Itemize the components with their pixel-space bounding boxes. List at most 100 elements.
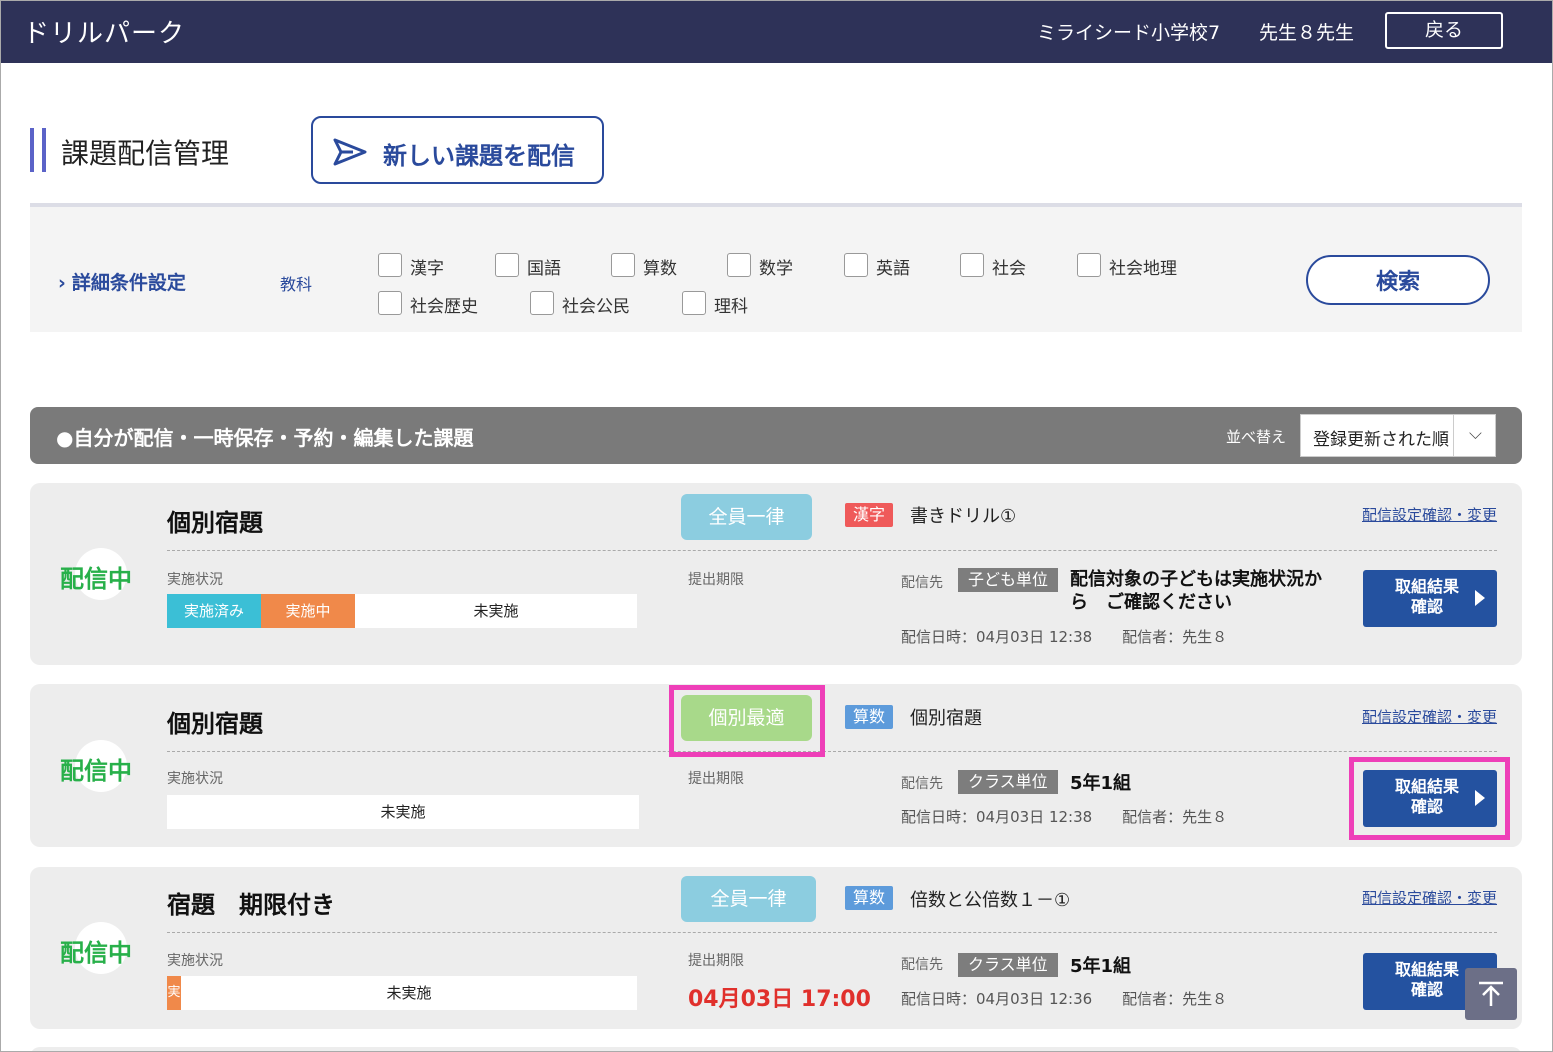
view-results-line1: 取組結果 (1394, 962, 1459, 979)
new-assignment-label: 新しい課題を配信 (383, 143, 575, 170)
target-value: 5年1組 (1070, 773, 1132, 794)
checkbox-box[interactable] (378, 291, 402, 315)
drill-name: 倍数と公倍数１－① (910, 890, 1071, 911)
view-results-label: 取組結果 確認 (1381, 961, 1473, 1001)
checkbox-label: 漢字 (410, 259, 444, 279)
section-header: ●自分が配信・一時保存・予約・編集した課題 並べ替え 登録更新された順 ⌵ (30, 407, 1522, 464)
page-title: 課題配信管理 (61, 137, 230, 170)
section-title: ●自分が配信・一時保存・予約・編集した課題 (56, 426, 474, 450)
app-window: ドリルパーク ミライシード小学校7 先生８先生 戻る 課題配信管理 新しい課題を… (0, 0, 1553, 1052)
target-type-tag: クラス単位 (958, 953, 1058, 977)
next-card-edge (30, 1047, 1522, 1051)
drill-name: 書きドリル① (910, 506, 1017, 527)
send-icon (333, 138, 367, 173)
play-arrow-icon (1475, 590, 1485, 606)
status-label: 配信中 (60, 565, 132, 593)
view-results-label: 取組結果 確認 (1381, 578, 1473, 618)
search-button[interactable]: 検索 (1306, 255, 1490, 305)
progress-bar: 実 未実施 (167, 976, 637, 1010)
checkbox-label: 社会歴史 (410, 297, 478, 317)
title-accent-bars (30, 128, 46, 172)
app-logo[interactable]: ドリルパーク (23, 13, 185, 50)
progress-label: 実施状況 (167, 771, 223, 787)
arrow-up-icon (1479, 981, 1503, 1006)
sort-select-value: 登録更新された順 (1313, 430, 1449, 450)
progress-doing-segment: 実施中 (261, 594, 355, 628)
scroll-to-top-button[interactable] (1465, 968, 1517, 1020)
target-type-tag: クラス単位 (958, 770, 1058, 794)
checkbox-box[interactable] (378, 253, 402, 277)
target-type-tag: 子ども単位 (958, 568, 1059, 592)
checkbox-box[interactable] (530, 291, 554, 315)
back-button[interactable]: 戻る (1385, 12, 1503, 49)
progress-doing-segment: 実 (167, 976, 181, 1010)
checkbox-label: 国語 (527, 259, 561, 279)
card-divider (167, 751, 1497, 752)
deadline-label: 提出期限 (688, 771, 744, 787)
settings-link[interactable]: 配信設定確認・変更 (1362, 887, 1497, 908)
school-name: ミライシード小学校7 (1037, 22, 1221, 44)
progress-todo-segment: 未実施 (380, 803, 426, 821)
progress-done-segment: 実施済み (167, 594, 261, 628)
checkbox-box[interactable] (682, 291, 706, 315)
settings-link[interactable]: 配信設定確認・変更 (1362, 706, 1497, 727)
card-divider (167, 932, 1497, 933)
assignment-title: 宿題 期限付き (167, 891, 335, 919)
detail-conditions-label: 詳細条件設定 (71, 272, 186, 294)
mode-badge: 全員一律 (681, 876, 816, 922)
sort-select[interactable]: 登録更新された順 ⌵ (1300, 414, 1496, 457)
checkbox-box[interactable] (1077, 253, 1101, 277)
progress-bar: 実施済み 実施中 未実施 (167, 594, 637, 628)
checkbox-label: 社会地理 (1109, 259, 1177, 279)
checkbox-label: 社会公民 (562, 297, 630, 317)
target-label: 配信先 (901, 957, 943, 973)
sort-label: 並べ替え (1226, 428, 1287, 446)
new-assignment-button[interactable]: 新しい課題を配信 (311, 116, 604, 184)
checkbox-box[interactable] (727, 253, 751, 277)
target-label: 配信先 (901, 575, 943, 591)
deadline-label: 提出期限 (688, 953, 744, 969)
settings-link[interactable]: 配信設定確認・変更 (1362, 504, 1497, 525)
checkbox-label: 算数 (643, 259, 677, 279)
progress-todo-segment: 未実施 (473, 602, 519, 620)
sort-select-divider (1453, 415, 1454, 456)
checkbox-label: 英語 (876, 259, 910, 279)
status-label: 配信中 (60, 939, 132, 967)
card-divider (167, 550, 1497, 551)
top-bar: ドリルパーク ミライシード小学校7 先生８先生 戻る (1, 1, 1552, 63)
progress-bar: 未実施 (167, 795, 639, 829)
view-results-line2: 確認 (1410, 599, 1443, 616)
filter-panel: › 詳細条件設定 教科 漢字 国語 算数 数学 英語 社会 社会地理 社会歴史 社… (30, 203, 1522, 332)
target-label: 配信先 (901, 776, 943, 792)
delivery-meta: 配信日時：04月03日 12:36 配信者：先生８ (901, 990, 1228, 1008)
assignment-card: 配信中 宿題 期限付き 全員一律 算数 倍数と公倍数１－① 配信設定確認・変更 … (30, 867, 1522, 1029)
detail-conditions-toggle[interactable]: › 詳細条件設定 (58, 268, 186, 295)
chevron-down-icon: ⌵ (1469, 424, 1482, 444)
assignment-card: 配信中 個別宿題 全員一律 漢字 書きドリル① 配信設定確認・変更 実施状況 提… (30, 483, 1522, 665)
checkbox-box[interactable] (495, 253, 519, 277)
checkbox-label: 数学 (759, 259, 793, 279)
teacher-name: 先生８先生 (1259, 22, 1355, 44)
delivery-meta: 配信日時：04月03日 12:38 配信者：先生８ (901, 808, 1228, 826)
subject-tag: 漢字 (845, 503, 894, 527)
checkbox-box[interactable] (611, 253, 635, 277)
drill-name: 個別宿題 (910, 708, 982, 729)
status-label: 配信中 (60, 757, 132, 785)
delivery-meta: 配信日時：04月03日 12:38 配信者：先生８ (901, 628, 1228, 646)
chevron-right-icon: › (58, 272, 66, 294)
subject-label: 教科 (280, 275, 313, 294)
checkbox-label: 社会 (992, 259, 1026, 279)
mode-badge: 全員一律 (681, 494, 812, 540)
checkbox-box[interactable] (960, 253, 984, 277)
progress-todo-segment: 未実施 (386, 984, 432, 1002)
view-results-button[interactable]: 取組結果 確認 (1363, 570, 1497, 627)
deadline-label: 提出期限 (688, 572, 744, 588)
highlight-mode-badge (669, 685, 825, 757)
progress-label: 実施状況 (167, 572, 223, 588)
progress-label: 実施状況 (167, 953, 223, 969)
assignment-title: 個別宿題 (167, 509, 263, 537)
checkbox-box[interactable] (844, 253, 868, 277)
deadline-value: 04月03日 17:00 (688, 987, 871, 1012)
target-value: 5年1組 (1070, 956, 1132, 977)
subject-tag: 算数 (845, 886, 894, 910)
